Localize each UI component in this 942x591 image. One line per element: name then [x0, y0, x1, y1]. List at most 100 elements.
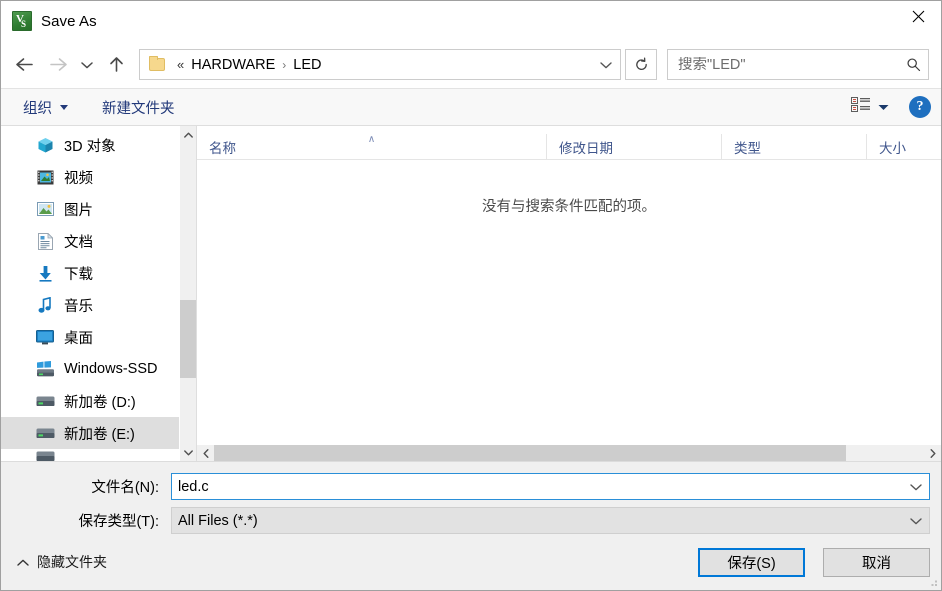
dialog-footer: 文件名(N): led.c 保存类型(T): All Files (*.*) 隐… — [1, 461, 941, 590]
address-dropdown-button[interactable] — [592, 50, 620, 79]
sidebar-item-drive-d[interactable]: 新加卷 (D:) — [1, 385, 179, 417]
drive-icon — [35, 424, 55, 442]
new-folder-label: 新建文件夹 — [102, 100, 175, 117]
scroll-up-button[interactable] — [180, 126, 196, 143]
view-mode-icon — [851, 97, 871, 117]
navigation-bar: « HARDWARE › LED — [1, 41, 941, 88]
sidebar-item-label: 3D 对象 — [64, 138, 116, 155]
sidebar-item-music[interactable]: 音乐 — [1, 289, 179, 321]
navigation-pane: 3D 对象 视频 图片 文档 下载 音乐 桌面 Windows-SSD 新加卷 … — [1, 126, 197, 461]
column-header-name[interactable]: ∧ 名称 — [197, 134, 547, 159]
file-list-horizontal-scrollbar[interactable] — [197, 444, 941, 461]
view-mode-caret-icon — [878, 98, 889, 116]
breadcrumb-item-led[interactable]: LED — [289, 54, 325, 76]
scroll-right-button[interactable] — [924, 445, 941, 461]
resize-grip[interactable] — [926, 575, 938, 587]
column-header-size[interactable]: 大小 — [867, 134, 941, 159]
scrollbar-track[interactable] — [214, 445, 924, 461]
filetype-value: All Files (*.*) — [178, 512, 258, 529]
back-button[interactable] — [7, 49, 41, 81]
sidebar-item-videos[interactable]: 视频 — [1, 161, 179, 193]
title-bar: V S Save As — [1, 1, 941, 41]
sidebar-item-label: 桌面 — [64, 330, 93, 347]
close-button[interactable] — [895, 1, 941, 32]
breadcrumb-overflow[interactable]: « — [173, 54, 187, 75]
file-list-pane: ∧ 名称 修改日期 类型 大小 没有与搜索条件匹配的项。 — [197, 126, 941, 461]
breadcrumb-item-hardware[interactable]: HARDWARE — [187, 54, 279, 76]
help-button[interactable]: ? — [909, 96, 931, 118]
address-bar[interactable]: « HARDWARE › LED — [139, 49, 621, 80]
dialog-body: 3D 对象 视频 图片 文档 下载 音乐 桌面 Windows-SSD 新加卷 … — [1, 126, 941, 461]
cancel-button[interactable]: 取消 — [823, 547, 930, 577]
column-header-date-modified[interactable]: 修改日期 — [547, 134, 722, 159]
folder-icon — [149, 56, 165, 71]
window-title: Save As — [41, 12, 97, 30]
search-input[interactable] — [668, 56, 898, 73]
search-icon[interactable] — [898, 57, 928, 72]
sidebar-item-downloads[interactable]: 下载 — [1, 257, 179, 289]
view-mode-button[interactable] — [845, 93, 895, 121]
dialog-button-row: 隐藏文件夹 保存(S) 取消 — [1, 534, 941, 590]
sidebar-item-3d-objects[interactable]: 3D 对象 — [1, 129, 179, 161]
scroll-down-button[interactable] — [180, 444, 196, 461]
app-icon: V S — [12, 11, 32, 31]
documents-icon — [35, 232, 55, 250]
3d-objects-icon — [35, 136, 55, 154]
save-as-dialog: V S Save As « HARDWARE › LED 搜索"LED" 组织 … — [0, 0, 942, 591]
scrollbar-thumb[interactable] — [180, 299, 196, 378]
filename-label: 文件名(N): — [91, 480, 159, 496]
sidebar-item-drive-e[interactable]: 新加卷 (E:) — [1, 417, 179, 449]
sidebar-item-label: Windows-SSD — [64, 361, 158, 377]
filename-input[interactable]: led.c — [172, 479, 903, 495]
drive-icon — [35, 392, 55, 410]
column-header-label: 大小 — [879, 140, 906, 156]
sidebar-item-pictures[interactable]: 图片 — [1, 193, 179, 225]
music-icon — [35, 296, 55, 314]
sidebar-item-partial[interactable] — [1, 449, 179, 461]
sidebar-item-label: 音乐 — [64, 298, 93, 315]
app-icon-glyph-bottom: S — [21, 19, 27, 29]
filetype-label: 保存类型(T): — [78, 514, 159, 530]
sidebar-item-documents[interactable]: 文档 — [1, 225, 179, 257]
filetype-combobox[interactable]: All Files (*.*) — [171, 507, 930, 534]
hide-folders-toggle[interactable]: 隐藏文件夹 — [17, 552, 107, 572]
breadcrumb-separator[interactable]: › — [279, 58, 289, 72]
new-folder-button[interactable]: 新建文件夹 — [94, 92, 183, 123]
desktop-icon — [35, 328, 55, 346]
filename-combobox[interactable]: led.c — [171, 473, 930, 500]
forward-button[interactable] — [41, 49, 75, 81]
scrollbar-thumb[interactable] — [214, 445, 846, 461]
refresh-button[interactable] — [625, 49, 657, 80]
empty-list-message: 没有与搜索条件匹配的项。 — [482, 199, 656, 215]
sort-ascending-icon: ∧ — [367, 134, 376, 145]
organize-button[interactable]: 组织 — [15, 92, 76, 123]
chevron-down-icon — [60, 104, 68, 110]
navigation-pane-scrollbar[interactable] — [179, 126, 196, 461]
hide-folders-label: 隐藏文件夹 — [37, 554, 107, 570]
sidebar-item-label: 下载 — [64, 266, 93, 283]
organize-label: 组织 — [23, 100, 52, 117]
up-button[interactable] — [99, 49, 133, 81]
downloads-icon — [35, 264, 55, 282]
recent-locations-button[interactable] — [75, 49, 99, 81]
column-header-label: 修改日期 — [559, 140, 613, 156]
chevron-down-icon[interactable] — [903, 517, 929, 525]
sidebar-item-label: 新加卷 (E:) — [64, 426, 135, 443]
pictures-icon — [35, 200, 55, 218]
sidebar-item-desktop[interactable]: 桌面 — [1, 321, 179, 353]
chevron-down-icon[interactable] — [903, 483, 929, 491]
sidebar-item-windows-ssd[interactable]: Windows-SSD — [1, 353, 179, 385]
column-header-label: 名称 — [209, 140, 236, 156]
column-header-label: 类型 — [734, 140, 761, 156]
scroll-left-button[interactable] — [197, 445, 214, 461]
search-box[interactable] — [667, 49, 929, 80]
column-header-type[interactable]: 类型 — [722, 134, 867, 159]
save-button[interactable]: 保存(S) — [698, 547, 805, 577]
drive-icon — [35, 449, 55, 461]
sidebar-item-label: 视频 — [64, 170, 93, 187]
windows-drive-icon — [35, 360, 55, 378]
sidebar-item-label: 文档 — [64, 234, 93, 251]
filename-row: 文件名(N): led.c — [1, 473, 941, 500]
scrollbar-track[interactable] — [180, 143, 196, 444]
sidebar-item-label: 图片 — [64, 202, 93, 219]
